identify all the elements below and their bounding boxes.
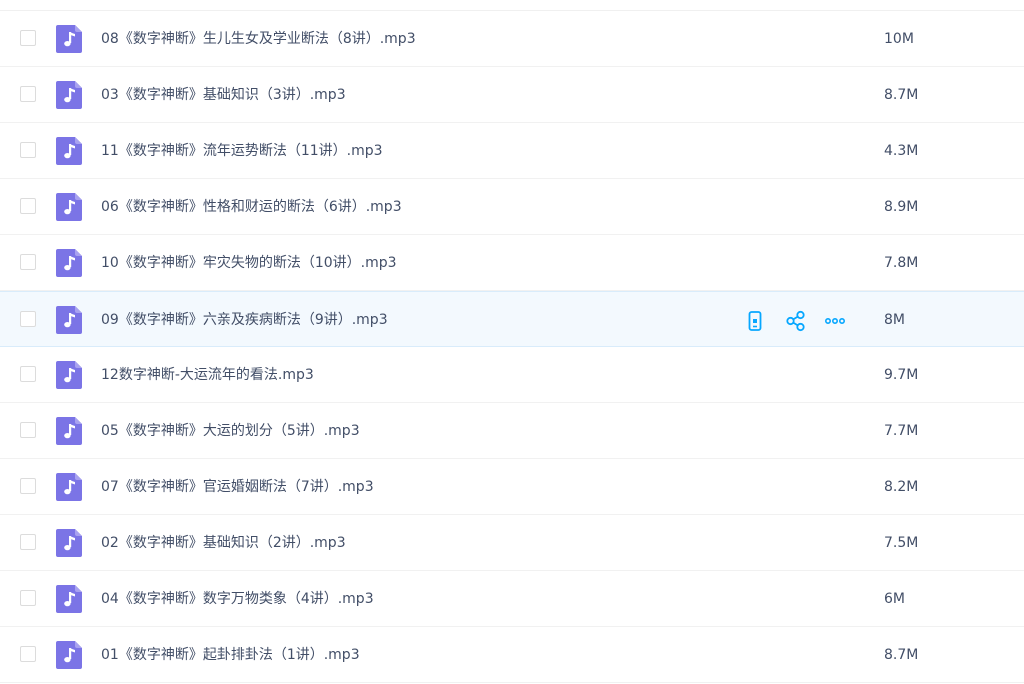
audio-file-icon [56,641,82,669]
row-checkbox[interactable] [20,646,36,662]
file-name[interactable]: 04《数字神断》数字万物类象（4讲）.mp3 [101,571,374,627]
file-name[interactable]: 11《数字神断》流年运势断法（11讲）.mp3 [101,123,383,179]
row-checkbox[interactable] [20,30,36,46]
row-checkbox[interactable] [20,478,36,494]
row-checkbox[interactable] [20,86,36,102]
file-name[interactable]: 09《数字神断》六亲及疾病断法（9讲）.mp3 [101,292,388,348]
file-name[interactable]: 07《数字神断》官运婚姻断法（7讲）.mp3 [101,459,374,515]
row-checkbox[interactable] [20,534,36,550]
file-row[interactable]: 06《数字神断》性格和财运的断法（6讲）.mp3 8.9M [0,179,1024,235]
file-size: 7.7M [884,423,919,439]
file-size: 8M [884,312,905,328]
audio-file-icon [56,249,82,277]
audio-file-icon [56,361,82,389]
audio-file-icon [56,529,82,557]
file-size: 6M [884,591,905,607]
file-name[interactable]: 02《数字神断》基础知识（2讲）.mp3 [101,515,346,571]
file-size: 8.7M [884,647,919,663]
row-checkbox[interactable] [20,142,36,158]
file-name[interactable]: 10《数字神断》牢灾失物的断法（10讲）.mp3 [101,235,397,291]
audio-file-icon [56,193,82,221]
row-checkbox[interactable] [20,311,36,327]
file-size: 8.9M [884,199,919,215]
file-row[interactable]: 05《数字神断》大运的划分（5讲）.mp3 7.7M [0,403,1024,459]
file-size: 9.7M [884,367,919,383]
file-row[interactable]: 02《数字神断》基础知识（2讲）.mp3 7.5M [0,515,1024,571]
file-row[interactable]: 01《数字神断》起卦排卦法（1讲）.mp3 8.7M [0,627,1024,683]
file-row[interactable]: 04《数字神断》数字万物类象（4讲）.mp3 6M [0,571,1024,627]
file-name[interactable]: 06《数字神断》性格和财运的断法（6讲）.mp3 [101,179,402,235]
file-row[interactable]: 12数字神断-大运流年的看法.mp3 9.7M [0,347,1024,403]
file-name[interactable]: 12数字神断-大运流年的看法.mp3 [101,347,314,403]
file-size: 4.3M [884,143,919,159]
file-name[interactable]: 01《数字神断》起卦排卦法（1讲）.mp3 [101,627,360,683]
row-checkbox[interactable] [20,422,36,438]
file-size: 7.8M [884,255,919,271]
audio-file-icon [56,473,82,501]
file-size: 7.5M [884,535,919,551]
file-row[interactable]: 08《数字神断》生儿生女及学业断法（8讲）.mp3 10M [0,11,1024,67]
audio-file-icon [56,81,82,109]
file-name[interactable]: 08《数字神断》生儿生女及学业断法（8讲）.mp3 [101,11,416,67]
file-row[interactable]: 11《数字神断》流年运势断法（11讲）.mp3 4.3M [0,123,1024,179]
audio-file-icon [56,585,82,613]
file-row-hovered[interactable]: 09《数字神断》六亲及疾病断法（9讲）.mp3 8M [0,291,1024,347]
row-checkbox[interactable] [20,198,36,214]
file-row[interactable]: 03《数字神断》基础知识（3讲）.mp3 8.7M [0,67,1024,123]
audio-file-icon [56,306,82,334]
row-checkbox[interactable] [20,590,36,606]
send-to-phone-icon[interactable] [744,310,766,332]
file-size: 10M [884,31,914,47]
file-size: 8.7M [884,87,919,103]
audio-file-icon [56,137,82,165]
share-icon[interactable] [785,310,807,332]
audio-file-icon [56,25,82,53]
row-checkbox[interactable] [20,254,36,270]
more-icon[interactable] [824,310,846,332]
file-name[interactable]: 03《数字神断》基础知识（3讲）.mp3 [101,67,346,123]
audio-file-icon [56,417,82,445]
file-size: 8.2M [884,479,919,495]
file-row[interactable]: 10《数字神断》牢灾失物的断法（10讲）.mp3 7.8M [0,235,1024,291]
file-row[interactable]: 07《数字神断》官运婚姻断法（7讲）.mp3 8.2M [0,459,1024,515]
row-checkbox[interactable] [20,366,36,382]
file-name[interactable]: 05《数字神断》大运的划分（5讲）.mp3 [101,403,360,459]
